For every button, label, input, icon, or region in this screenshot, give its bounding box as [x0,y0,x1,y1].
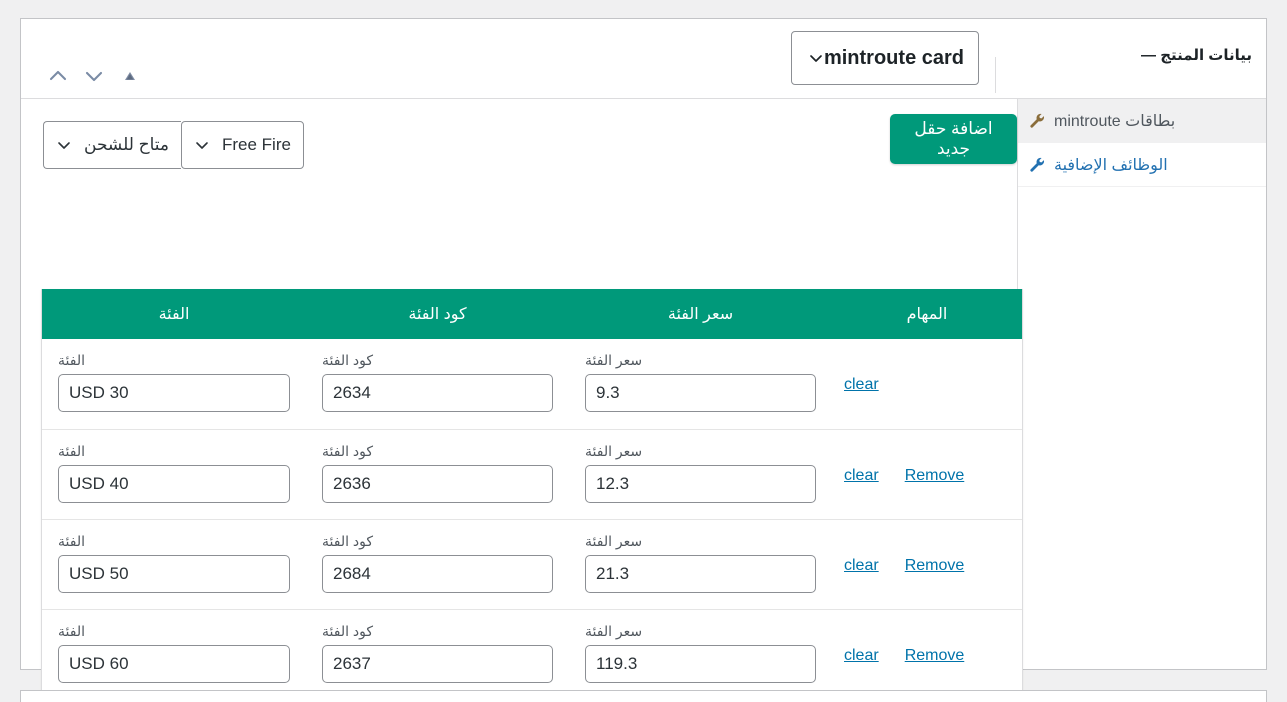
category-input[interactable] [58,465,290,503]
filter-group: متاح للشحن Free Fire [43,121,304,169]
category-price-cell: سعر الفئة [569,533,832,593]
sidebar-item-label: الوظائف الإضافية [1054,156,1168,174]
sidebar-item-label: بطاقات mintroute [1054,112,1176,130]
category-label: الفئة [58,352,85,368]
metabox-order-handles [47,65,141,87]
metabox-sidebar: بطاقات mintroute الوظائف الإضافية [1017,99,1266,669]
clear-link[interactable]: clear [844,467,879,485]
category-price-input[interactable] [585,465,816,503]
category-cell: الفئة [42,352,306,412]
clear-link[interactable]: clear [844,647,879,665]
category-code-input[interactable] [322,465,553,503]
category-code-cell: كود الفئة [306,352,569,412]
header-divider [995,57,996,93]
category-price-label: سعر الفئة [585,443,643,459]
category-code-label: كود الفئة [322,533,373,549]
category-code-label: كود الفئة [322,352,373,368]
category-label: الفئة [58,443,85,459]
product-type-value: mintroute card [823,46,964,69]
category-code-input[interactable] [322,555,553,593]
column-header-price: سعر الفئة [667,306,734,323]
availability-filter[interactable]: متاح للشحن [43,121,181,169]
category-price-label: سعر الفئة [585,623,643,639]
category-cell: الفئة [42,533,306,593]
chevron-down-icon[interactable] [83,65,105,87]
category-label: الفئة [58,533,85,549]
table-row: clear Remove سعر الفئة كود الفئة الفئة [42,519,1022,609]
row-actions: clear Remove [832,443,1022,485]
product-data-metabox: بيانات المنتج — mintroute card بطاقات mi… [20,18,1267,700]
categories-table: المهام سعر الفئة كود الفئة الفئة clear سع… [41,289,1023,700]
row-actions: clear Remove [832,623,1022,665]
page-background-strip [0,0,1287,18]
screen: بيانات المنتج — mintroute card بطاقات mi… [0,0,1287,702]
category-price-label: سعر الفئة [585,352,643,368]
chevron-down-icon [194,137,210,153]
category-code-input[interactable] [322,374,553,412]
category-code-label: كود الفئة [322,443,373,459]
table-row: clear سعر الفئة كود الفئة الفئة [42,339,1022,429]
metabox-body: بطاقات mintroute الوظائف الإضافية متاح ل… [21,99,1266,700]
remove-link[interactable]: Remove [905,557,965,575]
table-body: clear سعر الفئة كود الفئة الفئة clear Remove س… [42,339,1022,699]
category-code-cell: كود الفئة [306,443,569,503]
table-row: clear Remove سعر الفئة كود الفئة الفئة [42,429,1022,519]
category-input[interactable] [58,555,290,593]
add-field-button[interactable]: اضافة حقل جديد [890,114,1017,164]
column-header-category: الفئة [158,306,190,323]
metabox-content: متاح للشحن Free Fire اضافة حقل جديد المه… [21,99,1023,700]
category-cell: الفئة [42,623,306,683]
page-title: بيانات المنتج — [1141,47,1252,64]
remove-link[interactable]: Remove [905,647,965,665]
category-price-input[interactable] [585,555,816,593]
category-price-cell: سعر الفئة [569,443,832,503]
category-label: الفئة [58,623,85,639]
category-price-input[interactable] [585,374,816,412]
category-code-input[interactable] [322,645,553,683]
chevron-down-icon [56,137,72,153]
table-row: clear Remove سعر الفئة كود الفئة الفئة [42,609,1022,699]
chevron-down-icon [808,50,824,66]
table-header-row: المهام سعر الفئة كود الفئة الفئة [42,289,1022,339]
clear-link[interactable]: clear [844,376,879,394]
column-header-code: كود الفئة [408,306,467,323]
chevron-up-icon[interactable] [47,65,69,87]
remove-link[interactable]: Remove [905,467,965,485]
category-price-cell: سعر الفئة [569,623,832,683]
category-code-label: كود الفئة [322,623,373,639]
availability-filter-value: متاح للشحن [84,135,169,154]
category-code-cell: كود الفئة [306,533,569,593]
row-actions: clear [832,352,1022,394]
row-actions: clear Remove [832,533,1022,575]
product-type-select[interactable]: mintroute card [790,31,979,85]
product-filter-value: Free Fire [222,135,291,154]
sidebar-item-addons[interactable]: الوظائف الإضافية [1018,143,1266,187]
category-price-label: سعر الفئة [585,533,643,549]
category-input[interactable] [58,645,290,683]
sort-triangle-up-icon[interactable] [119,65,141,87]
category-input[interactable] [58,374,290,412]
toolbar: متاح للشحن Free Fire اضافة حقل جديد [21,99,1017,191]
category-price-cell: سعر الفئة [569,352,832,412]
metabox-header: بيانات المنتج — mintroute card [21,19,1266,99]
wrench-icon [1028,112,1045,129]
category-code-cell: كود الفئة [306,623,569,683]
clear-link[interactable]: clear [844,557,879,575]
next-metabox-partial [20,690,1267,702]
wrench-icon [1028,156,1045,173]
sidebar-item-mintroute-cards[interactable]: بطاقات mintroute [1018,99,1266,143]
category-cell: الفئة [42,443,306,503]
product-filter[interactable]: Free Fire [181,121,304,169]
category-price-input[interactable] [585,645,816,683]
column-header-actions: المهام [906,306,948,323]
